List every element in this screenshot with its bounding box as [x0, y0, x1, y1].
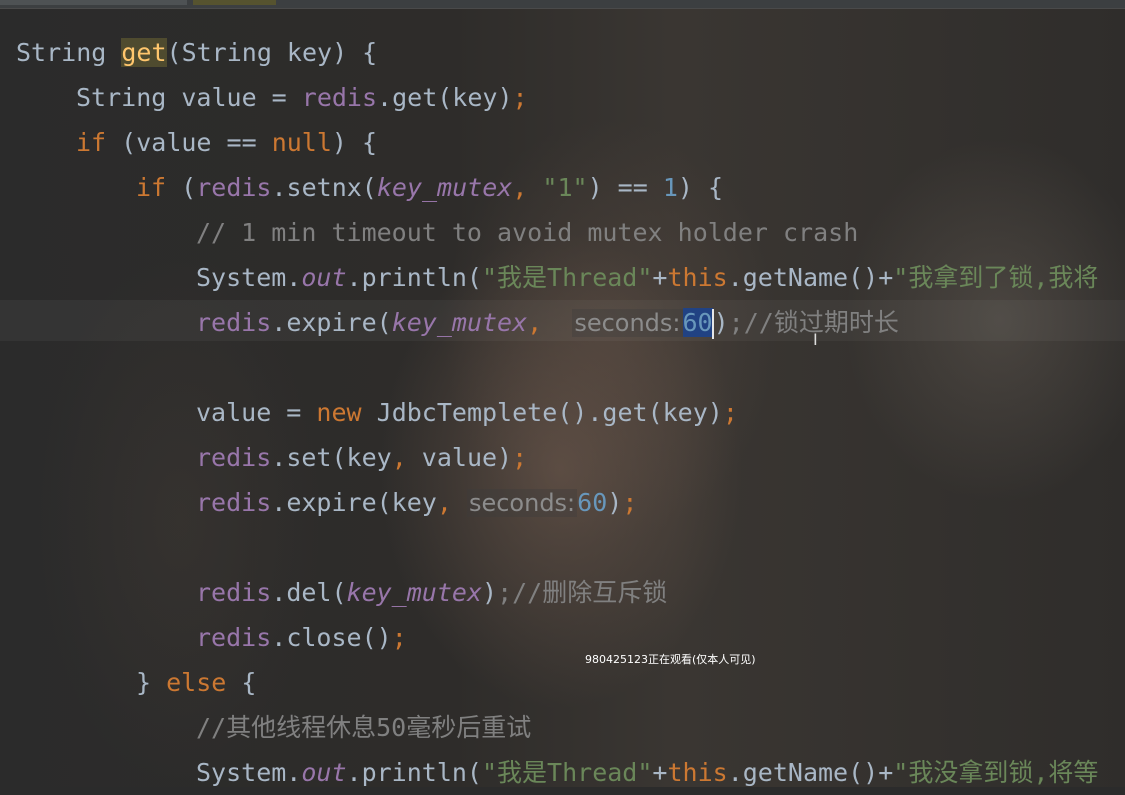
code-line-9: value = new JdbcTemplete().get(key);	[196, 398, 738, 427]
viewer-watermark: 980425123正在观看(仅本人可见)	[585, 653, 756, 666]
code-line-16: //其他线程休息50毫秒后重试	[196, 713, 532, 742]
code-line-15: } else {	[136, 668, 257, 697]
code-line-7: redis.expire(key_mutex, seconds:60);//锁过…	[196, 308, 899, 339]
code-line-11: redis.expire(key, seconds:60);	[196, 488, 638, 517]
parameter-hint: seconds:	[572, 309, 683, 337]
selected-number[interactable]: 60	[682, 308, 713, 337]
editor-tab-bar	[0, 0, 1125, 9]
code-line-6: System.out.println("我是Thread"+this.getNa…	[196, 263, 1099, 292]
code-line-14: redis.close();	[196, 623, 407, 652]
code-line-13: redis.del(key_mutex);//删除互斥锁	[196, 578, 668, 607]
mouse-ibeam-icon: I	[813, 330, 818, 349]
code-line-2: String value = redis.get(key);	[76, 83, 528, 112]
code-line-12-blank	[0, 525, 1125, 570]
code-line-17: System.out.println("我是Thread"+this.getNa…	[196, 758, 1099, 787]
code-line-3: if (value == null) {	[76, 128, 378, 157]
code-line-4: if (redis.setnx(key_mutex, "1") == 1) {	[136, 173, 724, 202]
parameter-hint: seconds:	[466, 489, 578, 517]
code-line-10: redis.set(key, value);	[196, 443, 528, 472]
code-editor[interactable]: String get(String key) { String value = …	[0, 30, 1125, 795]
code-line-1: String get(String key) {	[16, 38, 378, 67]
code-line-8-blank	[0, 345, 1125, 390]
method-name-get[interactable]: get	[121, 38, 167, 67]
code-line-5: // 1 min timeout to avoid mutex holder c…	[196, 218, 859, 247]
editor-tab-inactive[interactable]	[0, 0, 187, 5]
editor-tab-active[interactable]	[193, 0, 276, 5]
